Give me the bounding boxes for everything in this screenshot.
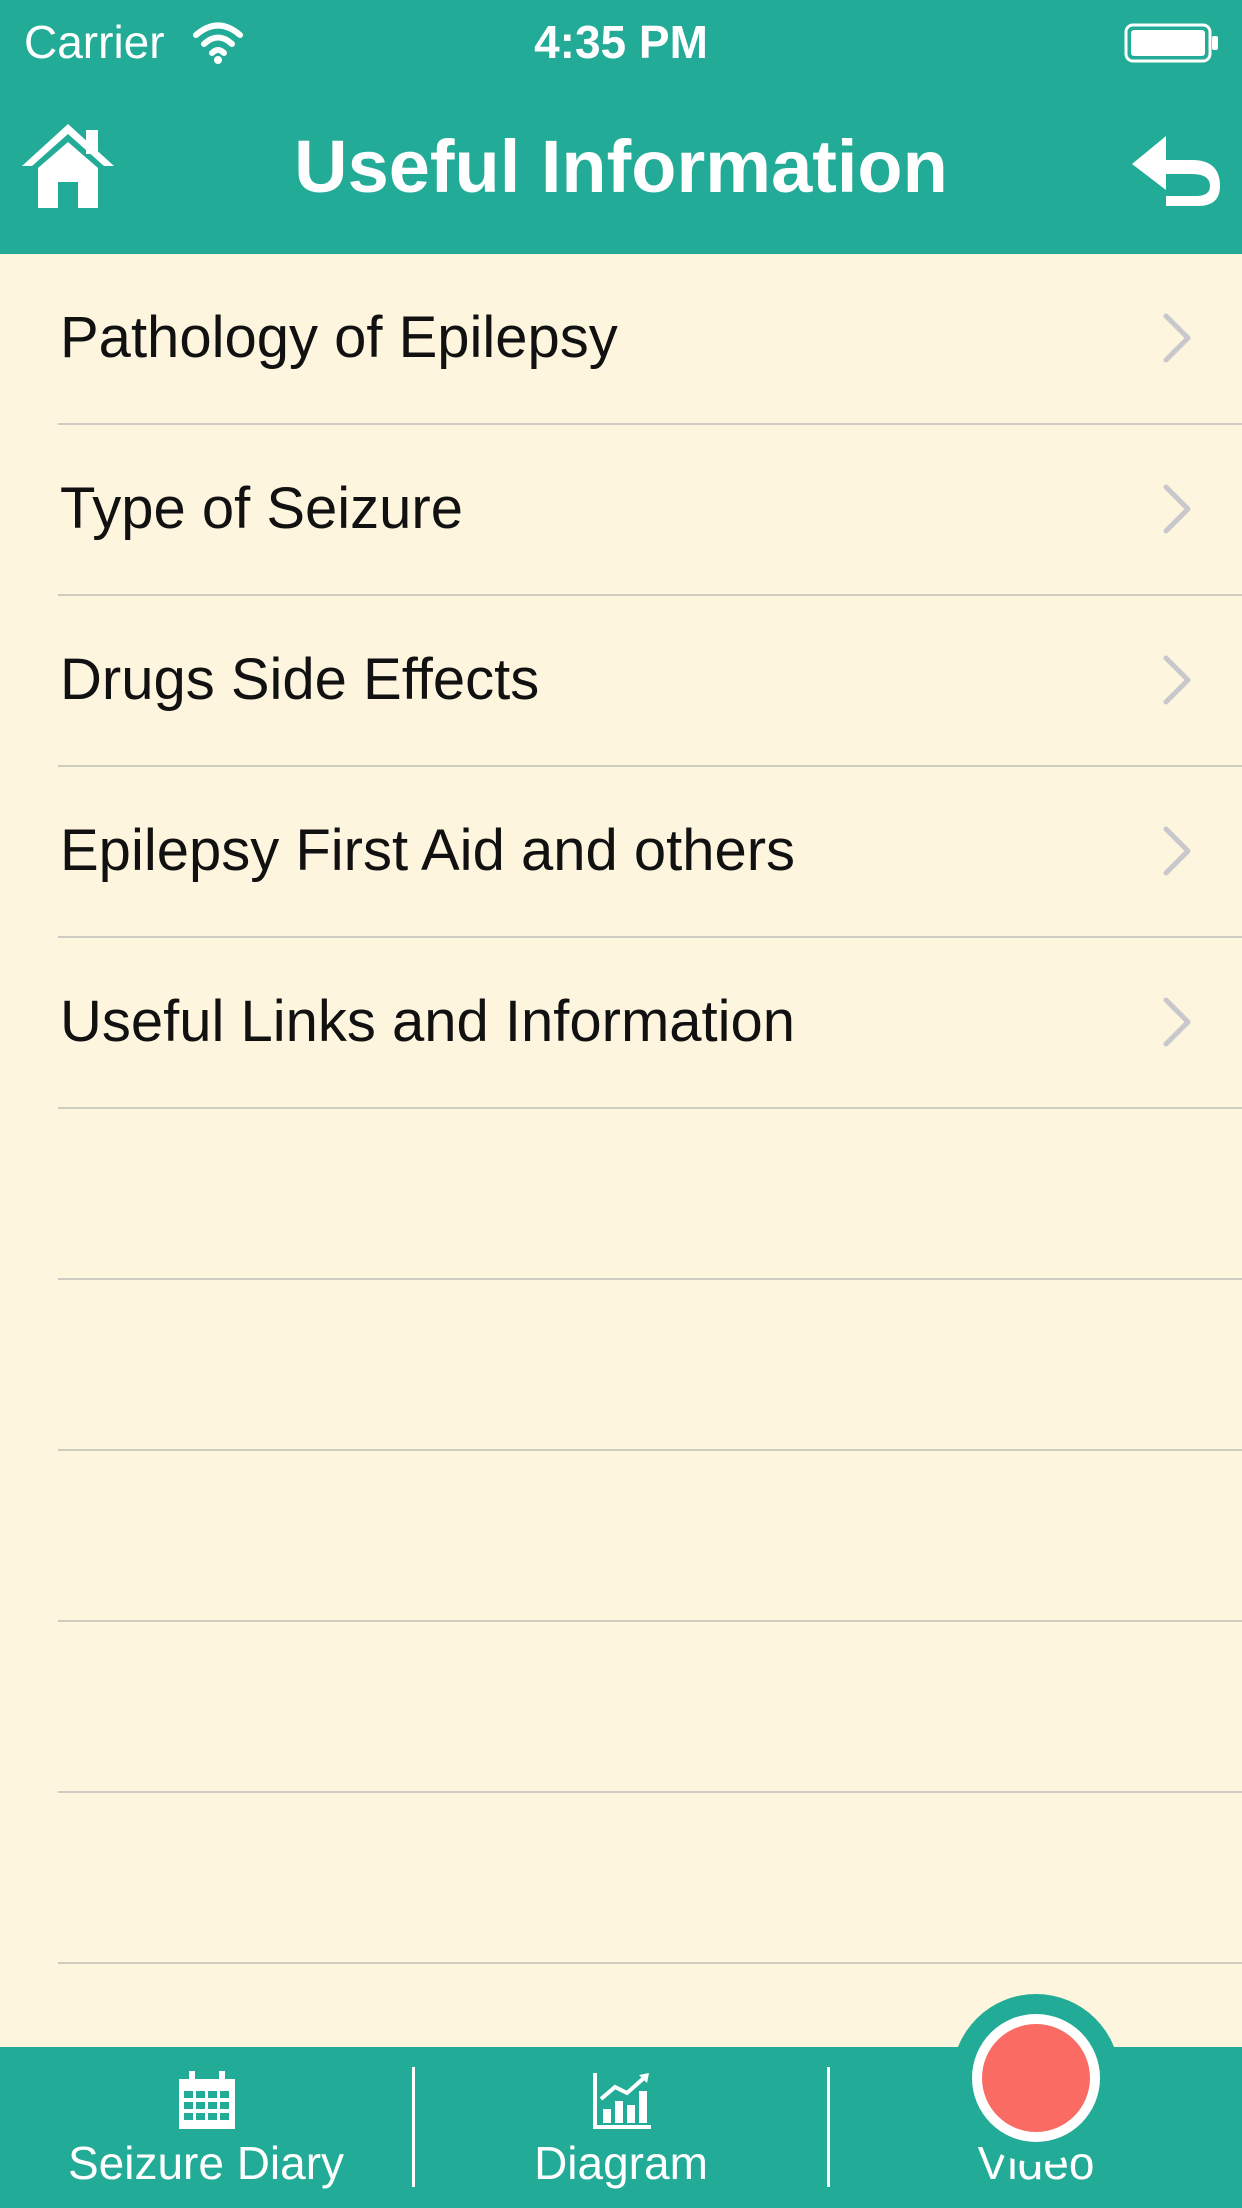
chevron-right-icon [1163, 655, 1191, 705]
tab-seizure-diary[interactable]: Seizure Diary [0, 2047, 412, 2208]
chevron-right-icon [1163, 826, 1191, 876]
chart-icon [593, 2073, 651, 2129]
record-icon [972, 2014, 1100, 2142]
back-arrow-icon[interactable] [1126, 130, 1222, 208]
list-item-label: Pathology of Epilepsy [60, 305, 618, 370]
list-item-pathology[interactable]: Pathology of Epilepsy [58, 254, 1242, 425]
list-item-label: Useful Links and Information [60, 989, 796, 1054]
header: Carrier 4:35 PM Useful Information [0, 0, 1242, 254]
empty-row [58, 1451, 1242, 1622]
list-item-label: Type of Seizure [60, 476, 463, 541]
list-item-seizure-type[interactable]: Type of Seizure [58, 425, 1242, 596]
record-dot [982, 2024, 1090, 2132]
empty-row [58, 1109, 1242, 1280]
empty-row [58, 1280, 1242, 1451]
empty-row [58, 1622, 1242, 1793]
list-item-useful-links[interactable]: Useful Links and Information [58, 938, 1242, 1109]
list-item-label: Epilepsy First Aid and others [60, 818, 796, 883]
menu-list: Pathology of Epilepsy Type of Seizure Dr… [0, 254, 1242, 2047]
tab-label: Seizure Diary [67, 2137, 345, 2189]
calendar-icon [179, 2071, 235, 2129]
battery-icon [1124, 23, 1218, 63]
app-screen: Carrier 4:35 PM Useful Information Patho… [0, 0, 1242, 2208]
empty-row [58, 1793, 1242, 1964]
chevron-right-icon [1163, 997, 1191, 1047]
record-button[interactable] [952, 1994, 1120, 2162]
tab-label: Diagram [534, 2137, 708, 2189]
list-item-drug-side-effects[interactable]: Drugs Side Effects [58, 596, 1242, 767]
status-time: 4:35 PM [534, 16, 708, 68]
list-item-first-aid[interactable]: Epilepsy First Aid and others [58, 767, 1242, 938]
list-item-label: Drugs Side Effects [60, 647, 540, 712]
page-title: Useful Information [294, 125, 948, 208]
chevron-right-icon [1163, 313, 1191, 363]
tab-diagram[interactable]: Diagram [415, 2047, 827, 2208]
chevron-right-icon [1163, 484, 1191, 534]
